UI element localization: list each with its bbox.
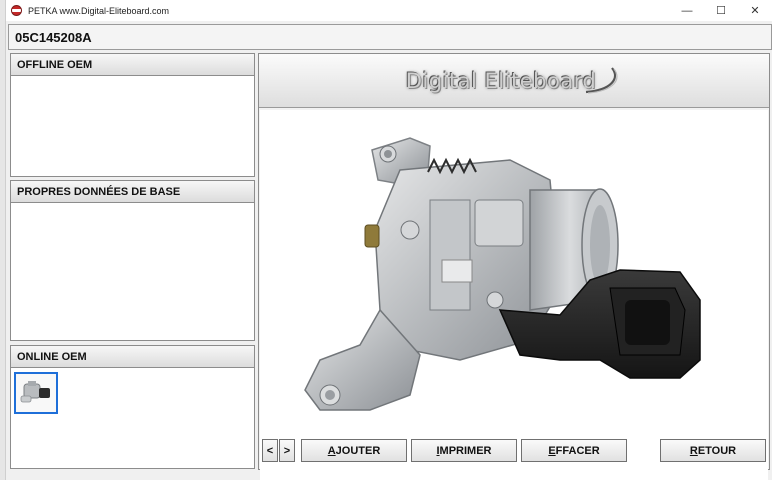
background-window-edge — [0, 0, 6, 480]
window-title: PETKA www.Digital-Eliteboard.com — [28, 5, 170, 16]
next-button[interactable]: > — [279, 439, 295, 462]
close-button[interactable]: ✕ — [738, 0, 772, 21]
erase-button-mnemonic: E — [548, 444, 556, 457]
title-bar: PETKA www.Digital-Eliteboard.com — ☐ ✕ — [6, 0, 772, 21]
part-number: 05C145208A — [15, 29, 92, 45]
part-thumbnail-image — [20, 381, 50, 403]
online-oem-title: ONLINE OEM — [11, 346, 254, 368]
base-data-title: PROPRES DONNÉES DE BASE — [11, 181, 254, 203]
logo-swoosh-icon — [586, 66, 618, 94]
offline-oem-list[interactable] — [11, 76, 254, 176]
previous-button[interactable]: < — [262, 439, 278, 462]
oil-pump-image — [304, 137, 701, 411]
app-flag-icon — [11, 5, 22, 16]
window-controls: — ☐ ✕ — [670, 0, 772, 21]
offline-oem-title: OFFLINE OEM — [11, 54, 254, 76]
add-button[interactable]: A JOUTER — [301, 439, 407, 462]
logo-text: Digital Eliteboard — [405, 68, 597, 93]
app-root: PETKA www.Digital-Eliteboard.com — ☐ ✕ 0… — [0, 0, 772, 480]
back-button-label: ETOUR — [697, 444, 737, 457]
base-data-panel: PROPRES DONNÉES DE BASE — [10, 180, 255, 341]
add-button-label: JOUTER — [335, 444, 381, 457]
part-thumbnail[interactable] — [14, 372, 58, 414]
add-button-mnemonic: A — [327, 444, 336, 457]
minimize-button[interactable]: — — [670, 0, 704, 21]
action-bar: < > A JOUTER I MPRIMER E FFACER R ETOUR — [258, 436, 770, 466]
maximize-button[interactable]: ☐ — [704, 0, 738, 21]
back-button-mnemonic: R — [689, 444, 698, 457]
erase-button[interactable]: E FFACER — [521, 439, 627, 462]
logo-banner: Digital Eliteboard — [259, 54, 769, 108]
print-button-label: MPRIMER — [439, 444, 492, 457]
back-button[interactable]: R ETOUR — [660, 439, 766, 462]
erase-button-label: FFACER — [555, 444, 600, 457]
image-viewer: Digital Eliteboard — [258, 53, 770, 480]
online-oem-panel: ONLINE OEM — [10, 345, 255, 469]
offline-oem-panel: OFFLINE OEM — [10, 53, 255, 177]
part-number-header: 05C145208A — [8, 24, 772, 50]
print-button[interactable]: I MPRIMER — [411, 439, 517, 462]
base-data-list[interactable] — [11, 203, 254, 340]
part-photo — [260, 110, 768, 480]
